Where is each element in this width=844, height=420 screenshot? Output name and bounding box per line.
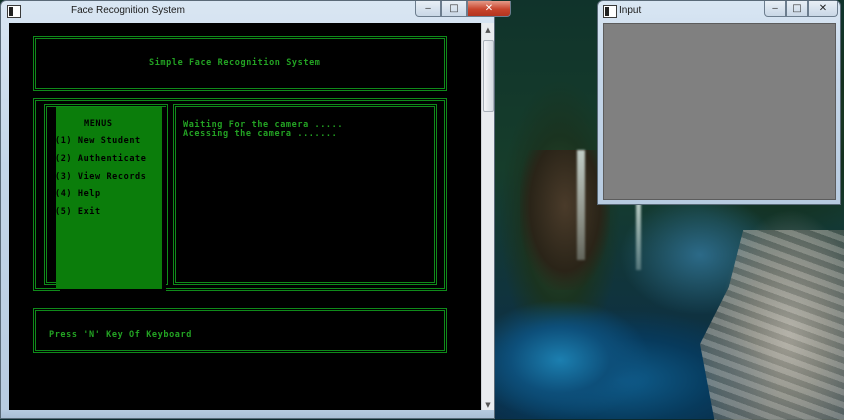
- menu-item-view-records[interactable]: (3) View Records: [55, 172, 146, 182]
- close-icon: ✕: [484, 3, 494, 14]
- wallpaper-waterfall: [577, 150, 585, 260]
- window-title: Face Recognition System: [71, 5, 185, 16]
- console-app-icon[interactable]: [7, 5, 21, 18]
- close-button[interactable]: ✕: [467, 1, 511, 17]
- input-app-icon[interactable]: [603, 5, 617, 18]
- camera-preview-canvas: [603, 23, 836, 200]
- window-title: Input: [619, 5, 642, 16]
- maximize-button[interactable]: □: [441, 1, 467, 17]
- status-line: Acessing the camera .......: [183, 129, 338, 139]
- wallpaper-waterfall: [636, 200, 641, 270]
- menu-item-new-student[interactable]: (1) New Student: [55, 136, 141, 146]
- close-icon: ✕: [818, 3, 828, 14]
- minimize-icon: ‒: [771, 3, 779, 14]
- titlebar[interactable]: Face Recognition System ‒ □ ✕: [1, 1, 511, 23]
- menu-title: MENUS: [84, 119, 113, 129]
- menu-item-exit[interactable]: (5) Exit: [55, 207, 101, 217]
- prompt-text: Press 'N' Key Of Keyboard: [49, 330, 192, 340]
- menu-item-help[interactable]: (4) Help: [55, 189, 101, 199]
- scroll-up-icon[interactable]: ▲: [482, 23, 494, 37]
- face-recognition-window[interactable]: Face Recognition System ‒ □ ✕ Simple Fac…: [0, 0, 511, 419]
- maximize-button[interactable]: □: [786, 1, 808, 17]
- window-bottom-border: [1, 410, 494, 418]
- vertical-scrollbar[interactable]: ▲ ▼: [481, 23, 494, 412]
- menu-shadow: [162, 107, 166, 295]
- close-button[interactable]: ✕: [808, 1, 838, 17]
- minimize-button[interactable]: ‒: [764, 1, 786, 17]
- minimize-icon: ‒: [424, 3, 432, 14]
- titlebar[interactable]: Input ‒ □ ✕: [598, 1, 840, 23]
- input-window[interactable]: Input ‒ □ ✕: [597, 0, 841, 205]
- scrollbar-thumb[interactable]: [483, 40, 494, 112]
- header-title: Simple Face Recognition System: [149, 58, 321, 68]
- maximize-icon: □: [449, 3, 459, 14]
- maximize-icon: □: [792, 3, 802, 14]
- minimize-button[interactable]: ‒: [415, 1, 441, 17]
- menu-item-authenticate[interactable]: (2) Authenticate: [55, 154, 146, 164]
- wallpaper-town: [700, 230, 844, 420]
- menu-shadow: [60, 289, 166, 295]
- console-area[interactable]: Simple Face Recognition System MENUS (1)…: [9, 23, 481, 412]
